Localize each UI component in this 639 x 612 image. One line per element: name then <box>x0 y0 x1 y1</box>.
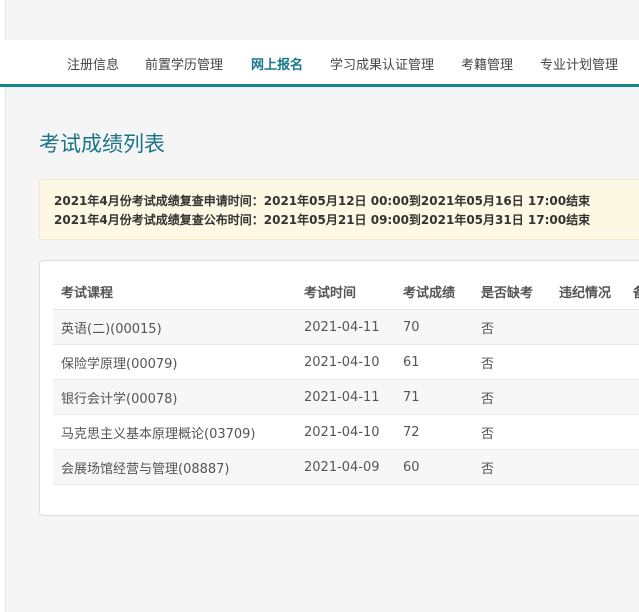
cell-absent: 否 <box>473 344 551 380</box>
nav-item-learning-certification[interactable]: 学习成果认证管理 <box>330 54 434 73</box>
scores-panel: 考试课程 考试时间 考试成绩 是否缺考 违纪情况 备 英语(二)(00015) … <box>39 260 639 516</box>
column-header-absent: 是否缺考 <box>473 274 551 310</box>
cell-course: 英语(二)(00015) <box>53 309 296 345</box>
cell-date: 2021-04-10 <box>296 414 395 450</box>
cell-date: 2021-04-09 <box>296 449 395 485</box>
cell-remarks <box>625 414 639 450</box>
cell-date: 2021-04-10 <box>296 344 395 380</box>
cell-score: 70 <box>395 309 473 345</box>
column-header-course: 考试课程 <box>53 274 296 310</box>
notice-line-review-application: 2021年4月份考试成绩复查申请时间：2021年05月12日 00:00到202… <box>54 194 591 208</box>
table-row: 银行会计学(00078) 2021-04-11 71 否 <box>53 379 639 415</box>
nav-item-prior-education[interactable]: 前置学历管理 <box>145 54 223 73</box>
left-sidebar-edge <box>0 0 6 612</box>
nav-item-registration-info[interactable]: 注册信息 <box>67 54 119 73</box>
column-header-violation: 违纪情况 <box>551 274 625 310</box>
cell-violation <box>551 344 625 380</box>
cell-course: 马克思主义基本原理概论(03709) <box>53 414 296 450</box>
cell-remarks <box>625 309 639 345</box>
cell-violation <box>551 414 625 450</box>
cell-remarks <box>625 344 639 380</box>
cell-score: 61 <box>395 344 473 380</box>
cell-course: 银行会计学(00078) <box>53 379 296 415</box>
table-row: 会展场馆经营与管理(08887) 2021-04-09 60 否 <box>53 449 639 485</box>
cell-course: 会展场馆经营与管理(08887) <box>53 449 296 485</box>
cell-score: 60 <box>395 449 473 485</box>
cell-violation <box>551 449 625 485</box>
notice-line-review-publication: 2021年4月份考试成绩复查公布时间：2021年05月21日 09:00到202… <box>54 213 591 227</box>
cell-absent: 否 <box>473 309 551 345</box>
page-title: 考试成绩列表 <box>39 132 165 156</box>
cell-course: 保险学原理(00079) <box>53 344 296 380</box>
cell-score: 72 <box>395 414 473 450</box>
cell-violation <box>551 379 625 415</box>
cell-absent: 否 <box>473 414 551 450</box>
table-row: 保险学原理(00079) 2021-04-10 61 否 <box>53 344 639 380</box>
cell-score: 71 <box>395 379 473 415</box>
cell-violation <box>551 309 625 345</box>
cell-remarks <box>625 379 639 415</box>
column-header-score: 考试成绩 <box>395 274 473 310</box>
cell-absent: 否 <box>473 449 551 485</box>
cell-date: 2021-04-11 <box>296 309 395 345</box>
cell-date: 2021-04-11 <box>296 379 395 415</box>
notice-box: 2021年4月份考试成绩复查申请时间：2021年05月12日 00:00到202… <box>39 179 639 240</box>
cell-absent: 否 <box>473 379 551 415</box>
column-header-date: 考试时间 <box>296 274 395 310</box>
table-row: 英语(二)(00015) 2021-04-11 70 否 <box>53 309 639 345</box>
nav-item-major-plan[interactable]: 专业计划管理 <box>540 54 618 73</box>
table-header-row: 考试课程 考试时间 考试成绩 是否缺考 违纪情况 备 <box>53 274 639 310</box>
scores-table: 考试课程 考试时间 考试成绩 是否缺考 违纪情况 备 英语(二)(00015) … <box>53 274 639 485</box>
column-header-remarks: 备 <box>625 274 639 310</box>
nav-item-online-registration[interactable]: 网上报名 <box>251 54 303 73</box>
nav-item-exam-records[interactable]: 考籍管理 <box>461 54 513 73</box>
top-navigation: 注册信息 前置学历管理 网上报名 学习成果认证管理 考籍管理 专业计划管理 <box>0 40 639 87</box>
cell-remarks <box>625 449 639 485</box>
table-row: 马克思主义基本原理概论(03709) 2021-04-10 72 否 <box>53 414 639 450</box>
